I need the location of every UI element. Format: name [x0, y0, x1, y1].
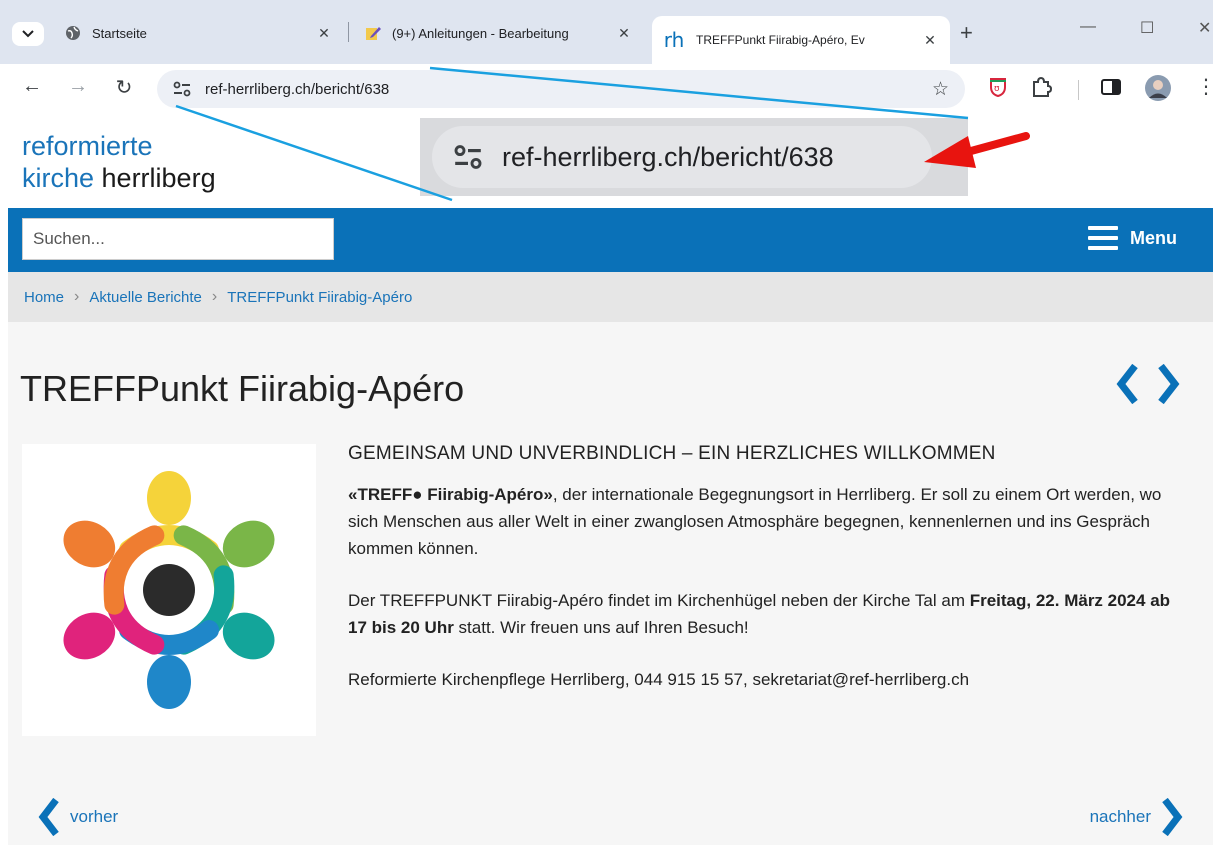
minimize-icon[interactable]: —	[1080, 18, 1096, 36]
bookmark-star-icon[interactable]: ☆	[932, 78, 949, 101]
close-icon[interactable]: ✕	[614, 25, 634, 42]
tab-title: TREFFPunkt Fiirabig-Apéro, Ev	[696, 33, 865, 47]
new-tab-button[interactable]: +	[960, 20, 973, 46]
url-text[interactable]: ref-herrliberg.ch/bericht/638	[205, 81, 932, 98]
zoomed-url-callout: ref-herrliberg.ch/bericht/638	[420, 118, 968, 196]
breadcrumb-berichte[interactable]: Aktuelle Berichte	[89, 289, 202, 306]
globe-icon	[64, 24, 82, 42]
treff-name: «TREFF● Fiirabig-Apéro»	[348, 485, 553, 504]
article-contact: Reformierte Kirchenpflege Herrliberg, 04…	[348, 670, 970, 689]
previous-link[interactable]: vorher	[38, 798, 118, 836]
site-favicon-icon: rh	[663, 28, 685, 52]
back-icon[interactable]: ←	[18, 75, 46, 98]
profile-avatar-icon[interactable]	[1144, 74, 1172, 107]
browser-toolbar: ← → ↻ ref-herrliberg.ch/bericht/638 ☆ ʊ …	[0, 64, 1213, 114]
previous-article-icon[interactable]	[1115, 364, 1139, 404]
chevron-right-icon: ›	[74, 288, 80, 305]
logo-line-1: reformierte	[22, 131, 153, 161]
paragraph-text: Der TREFFPUNKT Fiirabig-Apéro findet im …	[348, 591, 970, 610]
more-options-icon[interactable]: ⋮	[1196, 74, 1213, 99]
side-panel-icon[interactable]	[1100, 76, 1122, 103]
site-logo[interactable]: reformierte kirche herrliberg	[22, 130, 216, 194]
treffpunkt-logo-image	[22, 444, 316, 736]
chevron-right-icon	[1162, 798, 1183, 836]
tab-title: Startseite	[92, 25, 147, 41]
tab-search-dropdown[interactable]	[12, 22, 44, 46]
maximize-icon[interactable]: ☐	[1140, 18, 1154, 38]
browser-tab-strip: Startseite ✕ (9+) Anleitungen - Bearbeit…	[0, 0, 1213, 64]
extension-shield-icon[interactable]: ʊ	[988, 76, 1008, 103]
tab-title: (9+) Anleitungen - Bearbeitung	[392, 25, 569, 41]
zoomed-address-bar: ref-herrliberg.ch/bericht/638	[432, 126, 932, 188]
site-header-bar: Menu	[8, 208, 1213, 272]
article-paragraph-2: Der TREFFPUNKT Fiirabig-Apéro findet im …	[348, 587, 1188, 641]
breadcrumb: Home › Aktuelle Berichte › TREFFPunkt Fi…	[8, 272, 1213, 322]
web-page: reformierte kirche herrliberg Menu Home …	[0, 114, 1213, 845]
next-article-icon[interactable]	[1157, 364, 1181, 404]
chevron-right-icon: ›	[211, 288, 218, 305]
address-bar[interactable]: ref-herrliberg.ch/bericht/638 ☆	[157, 70, 965, 108]
logo-kirche: kirche	[22, 163, 95, 193]
site-info-icon[interactable]	[169, 76, 195, 102]
previous-label: vorher	[70, 807, 119, 826]
article-heading: GEMEINSAM UND UNVERBINDLICH – EIN HERZLI…	[348, 443, 996, 464]
edit-pencil-icon	[364, 24, 382, 42]
tab-startseite[interactable]: Startseite ✕	[54, 14, 344, 52]
extensions-puzzle-icon[interactable]	[1030, 76, 1053, 103]
toolbar-separator	[1078, 80, 1079, 100]
article-pager	[1115, 364, 1181, 404]
menu-button[interactable]: Menu	[1088, 226, 1177, 250]
logo-herrliberg: herrliberg	[94, 163, 216, 193]
breadcrumb-home[interactable]: Home	[24, 289, 64, 306]
page-title: TREFFPunkt Fiirabig-Apéro	[20, 368, 465, 409]
close-icon[interactable]: ✕	[314, 25, 334, 42]
site-info-icon	[446, 135, 490, 179]
main-content: TREFFPunkt Fiirabig-Apéro GEMEINSAM UND …	[8, 322, 1213, 845]
forward-icon[interactable]: →	[64, 75, 92, 98]
article-paragraph-1: «TREFF● Fiirabig-Apéro», der internation…	[348, 481, 1188, 562]
chevron-left-icon	[38, 798, 59, 836]
close-icon[interactable]: ✕	[920, 32, 940, 49]
chevron-down-icon	[22, 30, 34, 38]
tab-anleitungen[interactable]: (9+) Anleitungen - Bearbeitung ✕	[354, 14, 644, 52]
next-link[interactable]: nachher	[1090, 798, 1183, 836]
close-window-icon[interactable]: ✕	[1198, 18, 1211, 38]
tab-treffpunkt[interactable]: rh TREFFPunkt Fiirabig-Apéro, Ev ✕	[652, 16, 950, 64]
article-body: GEMEINSAM UND UNVERBINDLICH – EIN HERZLI…	[348, 440, 1188, 718]
next-label: nachher	[1089, 807, 1151, 826]
hamburger-icon	[1088, 226, 1118, 250]
reload-icon[interactable]: ↻	[110, 75, 138, 100]
breadcrumb-current[interactable]: TREFFPunkt Fiirabig-Apéro	[227, 289, 412, 306]
svg-text:ʊ: ʊ	[994, 84, 1000, 94]
tab-separator	[348, 22, 349, 42]
search-input[interactable]	[22, 218, 334, 260]
paragraph-text: statt. Wir freuen uns auf Ihren Besuch!	[453, 618, 749, 637]
zoomed-url-text: ref-herrliberg.ch/bericht/638	[502, 141, 834, 172]
menu-label: Menu	[1130, 227, 1177, 248]
